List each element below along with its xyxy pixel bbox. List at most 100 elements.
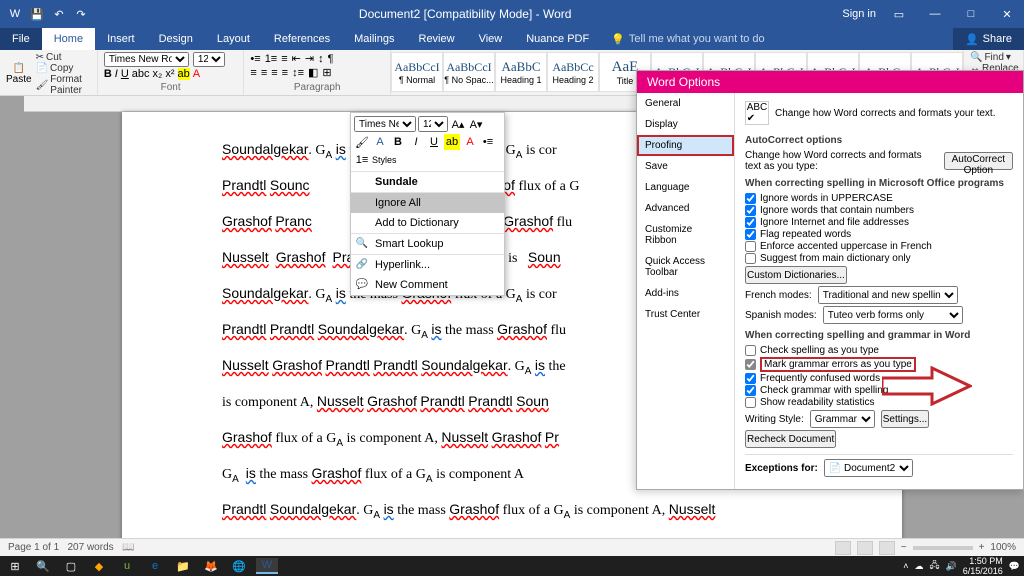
tray-onedrive-icon[interactable]: ☁ (914, 561, 923, 572)
minimize-icon[interactable]: — (922, 8, 948, 20)
mini-size-select[interactable]: 12 (418, 116, 448, 132)
cb-main-dict[interactable]: Suggest from main dictionary only (745, 253, 1013, 264)
format-painter-button[interactable]: 🖌 Format Painter (36, 74, 91, 96)
zoom-slider[interactable] (913, 546, 973, 550)
mini-underline[interactable]: U (426, 134, 442, 150)
align-right-button[interactable]: ≡ (271, 67, 277, 79)
tab-review[interactable]: Review (407, 28, 467, 50)
close-icon[interactable]: ✕ (994, 8, 1020, 21)
start-button[interactable]: ⊞ (4, 558, 26, 574)
print-layout-button[interactable] (857, 541, 873, 555)
tab-design[interactable]: Design (147, 28, 205, 50)
line-spacing-button[interactable]: ↕≡ (292, 67, 304, 79)
taskbar-edge[interactable]: e (144, 558, 166, 574)
menu-ignore-all[interactable]: Ignore All (351, 193, 504, 213)
signin-link[interactable]: Sign in (842, 8, 876, 20)
tab-mailings[interactable]: Mailings (342, 28, 406, 50)
page-count[interactable]: Page 1 of 1 (8, 542, 59, 553)
mini-grow-font[interactable]: A▴ (450, 116, 466, 132)
paste-button[interactable]: 📋Paste (6, 63, 32, 85)
style-heading1[interactable]: AaBbCHeading 1 (495, 52, 547, 92)
writing-style-select[interactable]: Grammar (810, 410, 875, 428)
bullets-button[interactable]: •≡ (250, 53, 260, 65)
taskbar-word[interactable]: W (256, 558, 278, 574)
sort-button[interactable]: ↕ (318, 53, 324, 65)
tell-me[interactable]: 💡 Tell me what you want to do (601, 28, 953, 50)
mini-highlight[interactable]: ab (444, 134, 460, 150)
menu-smart-lookup[interactable]: 🔍Smart Lookup (351, 234, 504, 254)
sup-button[interactable]: x² (165, 68, 174, 80)
borders-button[interactable]: ⊞ (322, 66, 331, 79)
strike-button[interactable]: abc (132, 68, 150, 80)
zoom-out-button[interactable]: − (901, 542, 907, 553)
style-heading2[interactable]: AaBbCcHeading 2 (547, 52, 599, 92)
nav-proofing[interactable]: Proofing (637, 135, 734, 156)
pilcrow-button[interactable]: ¶ (328, 53, 334, 65)
nav-trust-center[interactable]: Trust Center (637, 304, 734, 325)
taskbar-firefox[interactable]: 🦊 (200, 558, 222, 574)
tab-home[interactable]: Home (42, 28, 95, 50)
highlight-button[interactable]: ab (178, 68, 190, 80)
nav-addins[interactable]: Add-ins (637, 283, 734, 304)
maximize-icon[interactable]: □ (958, 8, 984, 20)
tab-insert[interactable]: Insert (95, 28, 147, 50)
mini-bullets[interactable]: •≡ (480, 134, 496, 150)
tab-view[interactable]: View (467, 28, 515, 50)
italic-button[interactable]: I (115, 68, 118, 80)
shading-button[interactable]: ◧ (308, 66, 318, 79)
tab-references[interactable]: References (262, 28, 342, 50)
font-name-select[interactable]: Times New Ro (104, 52, 189, 67)
cb-accented[interactable]: Enforce accented uppercase in French (745, 241, 1013, 252)
settings-button[interactable]: Settings... (881, 410, 929, 428)
tray-network-icon[interactable]: 🖧 (929, 558, 939, 574)
redo-icon[interactable]: ↷ (74, 8, 88, 21)
zoom-level[interactable]: 100% (990, 542, 1016, 553)
cb-flag-repeated[interactable]: Flag repeated words (745, 229, 1013, 240)
taskbar-app1[interactable]: ◆ (88, 558, 110, 574)
web-layout-button[interactable] (879, 541, 895, 555)
mini-shrink-font[interactable]: A▾ (468, 116, 484, 132)
mini-format-painter[interactable]: 🖌 (354, 134, 370, 150)
indent-dec-button[interactable]: ⇤ (292, 52, 301, 65)
taskbar-app2[interactable]: u (116, 558, 138, 574)
font-size-select[interactable]: 12 (193, 52, 225, 67)
mini-font-color[interactable]: A (462, 134, 478, 150)
french-modes-select[interactable]: Traditional and new spellings (818, 286, 958, 304)
menu-add-dictionary[interactable]: Add to Dictionary (351, 213, 504, 233)
cb-confused-words[interactable]: Frequently confused words (745, 373, 1013, 384)
align-left-button[interactable]: ≡ (250, 67, 256, 79)
cb-mark-grammar-type[interactable]: Mark grammar errors as you type (745, 357, 1013, 372)
zoom-in-button[interactable]: + (979, 542, 985, 553)
bold-button[interactable]: B (104, 68, 112, 80)
find-button[interactable]: 🔍 Find ▾ (970, 52, 1017, 63)
action-center-icon[interactable]: 💬 (1009, 561, 1020, 572)
clock-date[interactable]: 6/15/2016 (963, 566, 1003, 576)
proofing-icon[interactable]: 📖 (122, 542, 134, 553)
nav-display[interactable]: Display (637, 114, 734, 135)
nav-save[interactable]: Save (637, 156, 734, 177)
tray-volume-icon[interactable]: 🔊 (946, 561, 957, 572)
task-view-button[interactable]: ▢ (60, 558, 82, 574)
mini-font-select[interactable]: Times New R (354, 116, 416, 132)
ribbon-options-icon[interactable]: ▭ (886, 8, 912, 21)
mini-styles[interactable]: A (372, 134, 388, 150)
taskbar-chrome[interactable]: 🌐 (228, 558, 250, 574)
menu-new-comment[interactable]: 💬New Comment (351, 275, 504, 295)
mini-numbering[interactable]: 1≡ (354, 152, 370, 168)
nav-advanced[interactable]: Advanced (637, 198, 734, 219)
autocorrect-options-button[interactable]: AutoCorrect Option (944, 152, 1013, 170)
undo-icon[interactable]: ↶ (52, 8, 66, 21)
font-color-button[interactable]: A (193, 68, 200, 80)
sub-button[interactable]: x₂ (153, 68, 163, 80)
tab-file[interactable]: File (0, 28, 42, 50)
tab-nuance[interactable]: Nuance PDF (514, 28, 601, 50)
mini-bold[interactable]: B (390, 134, 406, 150)
read-mode-button[interactable] (835, 541, 851, 555)
share-button[interactable]: 👤 Share (953, 28, 1024, 50)
nav-customize-ribbon[interactable]: Customize Ribbon (637, 219, 734, 251)
exceptions-select[interactable]: 📄 Document2 (824, 459, 913, 477)
nav-general[interactable]: General (637, 93, 734, 114)
cut-button[interactable]: ✂ Cut (36, 52, 91, 63)
suggestion-sundale[interactable]: Sundale (351, 172, 504, 192)
cb-check-spelling-type[interactable]: Check spelling as you type (745, 345, 1013, 356)
